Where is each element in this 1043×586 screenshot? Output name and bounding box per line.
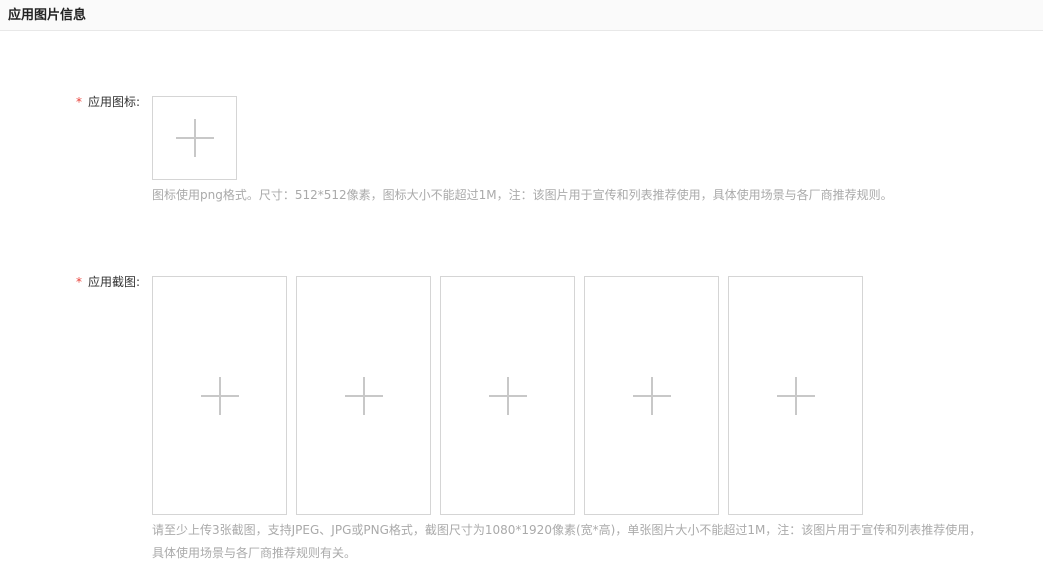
required-asterisk: * [76,95,82,109]
plus-icon [776,376,815,415]
plus-icon [632,376,671,415]
app-icon-hint: 图标使用png格式。尺寸：512*512像素，图标大小不能超过1M，注：该图片用… [152,188,893,202]
screenshot-upload-slot-1[interactable] [152,276,287,515]
app-image-info-page: 应用图片信息 * 应用图标: 图标使用png格式。尺寸：512*512像素，图标大… [0,0,1043,586]
plus-icon [175,119,214,157]
app-icon-label: 应用图标: [88,95,141,109]
screenshot-hint-line-1: 请至少上传3张截图，支持JPEG、JPG或PNG格式，截图尺寸为1080*192… [152,523,982,537]
app-icon-upload-button[interactable] [152,96,237,180]
section-header: 应用图片信息 [0,0,1043,31]
screenshot-upload-slot-4[interactable] [584,276,719,515]
plus-icon [488,376,527,415]
plus-icon [200,376,239,415]
plus-icon [344,376,383,415]
required-asterisk: * [76,275,82,289]
app-screenshot-label-row: * 应用截图: [76,274,140,290]
section-title: 应用图片信息 [8,8,87,23]
screenshot-upload-slot-3[interactable] [440,276,575,515]
screenshot-upload-slot-5[interactable] [728,276,863,515]
screenshot-hint-line-2: 具体使用场景与各厂商推荐规则有关。 [152,546,357,560]
app-icon-label-row: * 应用图标: [76,94,140,110]
app-screenshot-label: 应用截图: [88,275,141,289]
screenshot-upload-slot-2[interactable] [296,276,431,515]
